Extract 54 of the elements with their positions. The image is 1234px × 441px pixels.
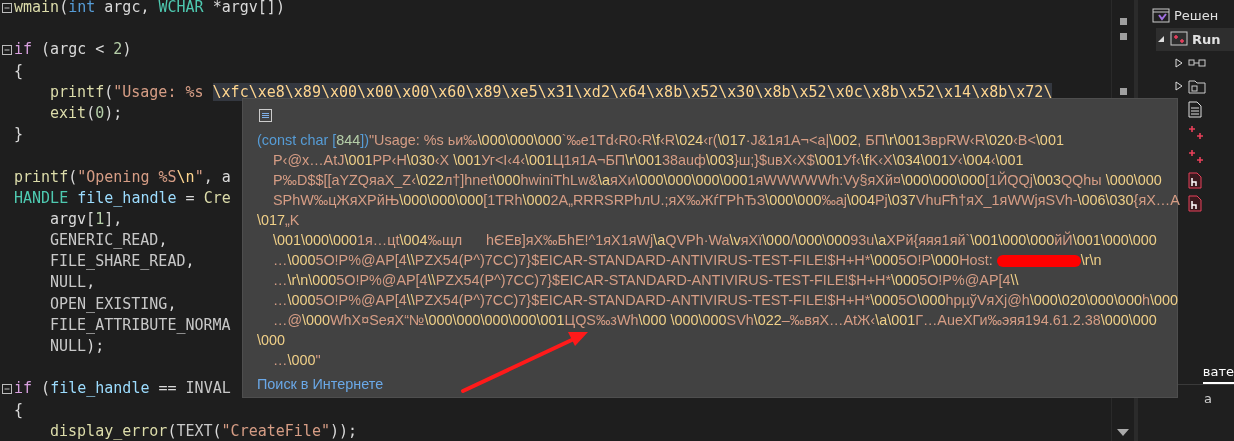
code-line: NULL); [50,336,105,357]
tooltip-text: P‹@x…AtЈ\001PP‹H\030‹X \001Уг<I‹4‹\001Ц1я1А¬БП\r\00138auф\003}ш;}$uвX‹X$\001Уf‹\fK‹X\034\001У‹\004‹\001 [273,152,1024,168]
web-search-link[interactable]: Поиск в Интернете [257,376,384,392]
code-line: HANDLE file_handle = Cre [14,187,231,209]
fold-toggle-icon[interactable] [2,2,12,13]
tree-item[interactable]: Run [1156,27,1234,51]
document-icon [1188,101,1202,119]
fold-toggle-icon[interactable] [2,383,12,394]
code-line: wmain(int argc, WCHAR *argv[]) [14,0,285,18]
expand-caret-icon[interactable] [1175,81,1183,92]
tooltip-text: …\0005O!P%@AP[4\\PZX54(P^)7CC)7}$EICAR-STANDARD-ANTIVIRUS-TEST-FILE!$H+H*\0005O\000hpµўVяXj@h\000\020\000\000h\000 [273,292,1178,308]
tooltip-text: \001\000\0001я…цt\004‰щл hЄЕв]яX‰БhE!^1яX1яWj\aQVPh·Wa\vяXї\000/\000\00093u\aXРй{яяя1яй`\001\000\000йЙ\001\000\000 [273,232,1157,248]
code-line: printf("Opening %S\n", a [14,166,231,188]
panel-text: а [1204,391,1212,406]
code-line: { [14,60,24,82]
tooltip-text: …\000" [273,352,321,368]
tooltip-text: \000 [257,332,285,348]
tree-item[interactable]: Решен [1138,4,1234,28]
project-icon [1170,31,1188,48]
scroll-down-arrow[interactable] [1117,429,1129,437]
code-line: if (file_handle == INVAL [14,378,231,400]
code-line: { [14,399,24,421]
tooltip-text: (const char [844])"Usage: %s ьи‰\000\000\000`‰e1Td‹R0‹R\f‹R\024‹r(\017·J&1я1А¬<a|\002, БП\r\001ЗврRW‹R\020‹B<\001 [257,132,1064,148]
source-file-icon [1188,125,1204,142]
tooltip-text: …\0005O!P%@AP[4\\PZX54(P^)7CC)7}$EICAR-STANDARD-ANTIVIRUS-TEST-FILE!$H+H*\0005O!P\000Host: \r\n [273,252,1102,268]
code-line: exit(0); [50,102,123,124]
tooltip-text: …\r\n\0005O!P%@AP[4\\PZX54(P^)7CC)7}$EICAR-STANDARD-ANTIVIRUS-TEST-FILE!$H+H*\0005O!P%@AP[4\\ [273,272,1019,288]
panel-tab[interactable]: вате [1202,362,1234,384]
scrollbar-marker [1119,18,1127,25]
code-line: } [14,124,24,146]
scrollbar-marker [1119,88,1127,95]
code-line: FILE_ATTRIBUTE_NORMA [50,314,231,336]
code-line: OPEN_EXISTING, [50,293,177,315]
references-icon [1188,56,1206,69]
source-file-icon [1188,148,1204,165]
expand-caret-icon[interactable] [1175,57,1183,68]
code-line: FILE_SHARE_READ, [50,251,195,273]
scrollbar-marker [1119,33,1127,40]
tooltip-text: P‰D$$[[aYZQяaX_Z‹\022л†]hnet\000hwiniThLw&\aяXи\000\000\000\0001яWWWWWh:Vy§яXй¤\000\000\000[1ЙQQj\003QQhы \000\000 [273,172,1162,188]
code-line: NULL, [50,272,96,294]
tooltip-text: SPhW‰цЖяXРйЊ\000\000\000[1TRh\0002А„RRRSRPhлU.;яX‰ЖѓГРhЂЗ\000\000‰aj\004Pj\037VhuFħ†яX_1яWWjяSVh-\006\030{яX…A [273,192,1180,208]
solution-icon [1152,7,1170,24]
collapse-caret-icon[interactable] [1157,35,1165,44]
tooltip-text: \017„K [257,212,300,228]
fold-toggle-icon[interactable] [2,44,12,55]
code-line: GENERIC_READ, [50,230,168,252]
header-file-icon [1188,195,1202,213]
tooltip-text: …@\000WhX¤SeяX“№\000\000\000\000\001ЦQS‰зWh\000 \000\000SVh\022–‰вяX…AtЖ‹\a\001Г…AueXГи‰эяя194.61.2.38\000\000 [273,312,1157,328]
list-icon [259,109,272,122]
header-file-icon [1188,171,1202,189]
code-line: argv[1], [50,208,123,230]
code-line: if (argc < 2) [14,39,132,61]
folder-icon [1188,78,1206,95]
code-line: display_error(TEXT("CreateFile")); [50,420,358,441]
